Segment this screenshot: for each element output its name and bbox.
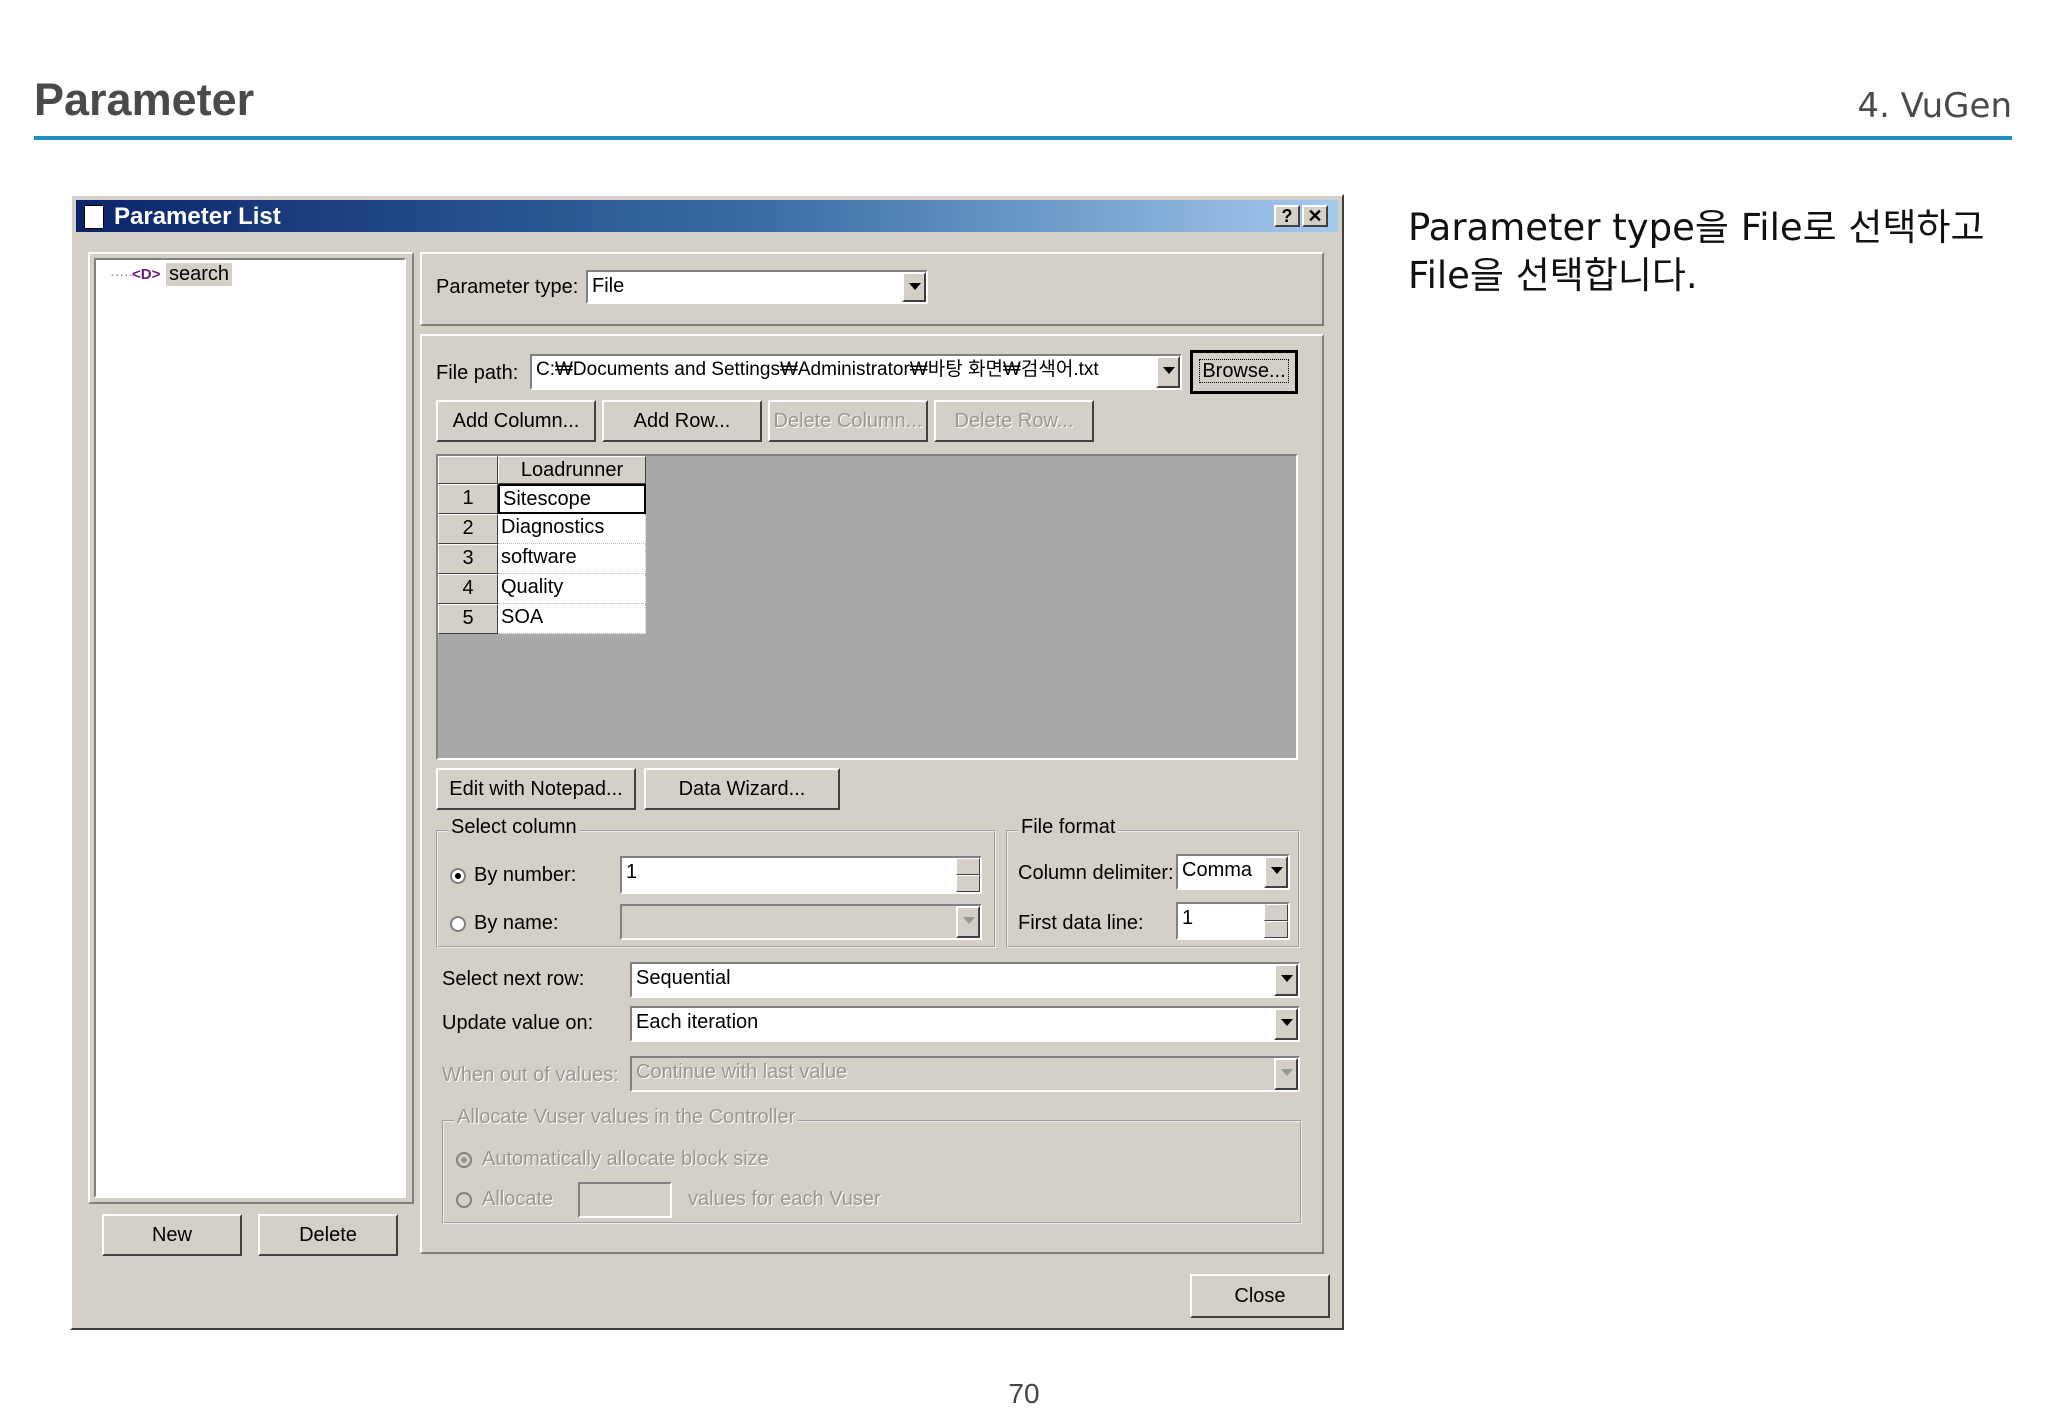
delete-button[interactable]: Delete — [258, 1214, 398, 1256]
grid-row-number[interactable]: 1 — [438, 484, 498, 514]
add-column-button[interactable]: Add Column... — [436, 400, 596, 442]
grid-cell[interactable]: Sitescope — [498, 484, 646, 514]
auto-allocate-label: Automatically allocate block size — [482, 1148, 769, 1170]
delete-column-button[interactable]: Delete Column... — [768, 400, 928, 442]
document-icon — [84, 205, 104, 229]
chevron-down-icon[interactable] — [1274, 1008, 1298, 1040]
dialog-titlebar[interactable]: Parameter List ? ✕ — [76, 200, 1338, 232]
chevron-down-icon[interactable] — [1156, 356, 1180, 388]
close-button[interactable]: Close — [1190, 1274, 1330, 1318]
first-data-line-label: First data line: — [1018, 912, 1144, 934]
file-format-legend: File format — [1018, 816, 1119, 839]
edit-with-notepad-button[interactable]: Edit with Notepad... — [436, 768, 636, 810]
slide-title: Parameter — [34, 74, 255, 125]
data-grid[interactable]: Loadrunner 1 Sitescope 2 Diagnostics 3 s… — [436, 454, 1298, 760]
allocate-label: Allocate — [482, 1188, 554, 1210]
grid-cell[interactable]: software — [498, 544, 646, 574]
grid-row-number[interactable]: 3 — [438, 544, 498, 574]
chevron-down-icon[interactable] — [1264, 856, 1288, 888]
browse-label: Browse... — [1199, 359, 1289, 383]
grid-row-number[interactable]: 5 — [438, 604, 498, 634]
data-wizard-button[interactable]: Data Wizard... — [644, 768, 840, 810]
close-window-button[interactable]: ✕ — [1302, 205, 1328, 227]
when-out-of-values-select[interactable]: Continue with last value — [630, 1056, 1300, 1092]
by-number-spinner[interactable] — [956, 858, 980, 892]
grid-row-number[interactable]: 2 — [438, 514, 498, 544]
grid-corner — [438, 456, 498, 484]
column-delimiter-label: Column delimiter: — [1018, 862, 1174, 884]
update-value-on-select[interactable]: Each iteration — [630, 1006, 1300, 1042]
section-label: 4. VuGen — [1857, 86, 2012, 126]
add-row-button[interactable]: Add Row... — [602, 400, 762, 442]
select-column-legend: Select column — [448, 816, 580, 839]
chevron-down-icon[interactable] — [956, 906, 980, 938]
slide-description: Parameter type을 File로 선택하고 File을 선택합니다. — [1408, 206, 1985, 297]
parameter-type-label: Parameter type: — [436, 276, 579, 298]
allocate-radio[interactable] — [456, 1192, 472, 1208]
select-next-row-label: Select next row: — [442, 968, 585, 990]
allocate-legend: Allocate Vuser values in the Controller — [454, 1106, 799, 1129]
by-name-radio[interactable] — [450, 916, 466, 932]
grid-row-number[interactable]: 4 — [438, 574, 498, 604]
column-delimiter-select[interactable]: Comma — [1176, 854, 1290, 890]
grid-cell[interactable]: Diagnostics — [498, 514, 646, 544]
when-out-of-values-label: When out of values: — [442, 1064, 619, 1086]
parameter-type-panel: Parameter type: File — [420, 252, 1324, 326]
new-button[interactable]: New — [102, 1214, 242, 1256]
delete-row-button[interactable]: Delete Row... — [934, 400, 1094, 442]
grid-cell[interactable]: Quality — [498, 574, 646, 604]
chevron-down-icon[interactable] — [1274, 1058, 1298, 1090]
file-path-combo[interactable]: C:₩Documents and Settings₩Administrator₩… — [530, 354, 1182, 390]
tree-panel: ····· <D> search — [88, 252, 414, 1204]
first-data-line-input[interactable]: 1 — [1176, 902, 1290, 940]
first-data-line-value: 1 — [1182, 907, 1194, 929]
dialog-title: Parameter List — [114, 203, 281, 230]
tree-connector: ····· — [110, 266, 134, 282]
parameter-list-dialog: Parameter List ? ✕ ····· <D> search New … — [70, 194, 1344, 1330]
grid-cell[interactable]: SOA — [498, 604, 646, 634]
when-out-of-values-value: Continue with last value — [636, 1061, 848, 1083]
title-divider — [34, 136, 2012, 140]
parameter-tree[interactable]: ····· <D> search — [94, 258, 406, 1198]
parameter-type-select[interactable]: File — [586, 270, 928, 304]
browse-button[interactable]: Browse... — [1190, 350, 1298, 394]
by-number-label: By number: — [474, 864, 577, 886]
allocate-count-input[interactable] — [578, 1182, 672, 1218]
file-path-label: File path: — [436, 362, 519, 384]
by-name-label: By name: — [474, 912, 559, 934]
file-path-value: C:₩Documents and Settings₩Administrator₩… — [536, 359, 1099, 380]
page-number: 70 — [1008, 1378, 1040, 1409]
tree-item-search[interactable]: search — [166, 263, 233, 286]
chevron-down-icon[interactable] — [902, 272, 926, 302]
parameter-type-value: File — [592, 275, 625, 297]
select-next-row-value: Sequential — [636, 967, 731, 989]
help-button[interactable]: ? — [1274, 205, 1300, 227]
parameter-icon: <D> — [132, 266, 161, 283]
update-value-on-label: Update value on: — [442, 1012, 594, 1034]
column-delimiter-value: Comma — [1182, 859, 1253, 881]
by-number-radio[interactable] — [450, 868, 466, 884]
chevron-down-icon[interactable] — [1274, 964, 1298, 996]
update-value-on-value: Each iteration — [636, 1011, 759, 1033]
grid-column-header[interactable]: Loadrunner — [498, 456, 646, 484]
allocate-suffix: values for each Vuser — [688, 1188, 881, 1210]
by-number-input[interactable]: 1 — [620, 856, 982, 894]
file-settings-panel: File path: C:₩Documents and Settings₩Adm… — [420, 334, 1324, 1254]
first-data-line-spinner[interactable] — [1264, 904, 1288, 938]
auto-allocate-radio[interactable] — [456, 1152, 472, 1168]
by-number-value: 1 — [626, 861, 638, 883]
select-next-row-select[interactable]: Sequential — [630, 962, 1300, 998]
by-name-select[interactable] — [620, 904, 982, 940]
